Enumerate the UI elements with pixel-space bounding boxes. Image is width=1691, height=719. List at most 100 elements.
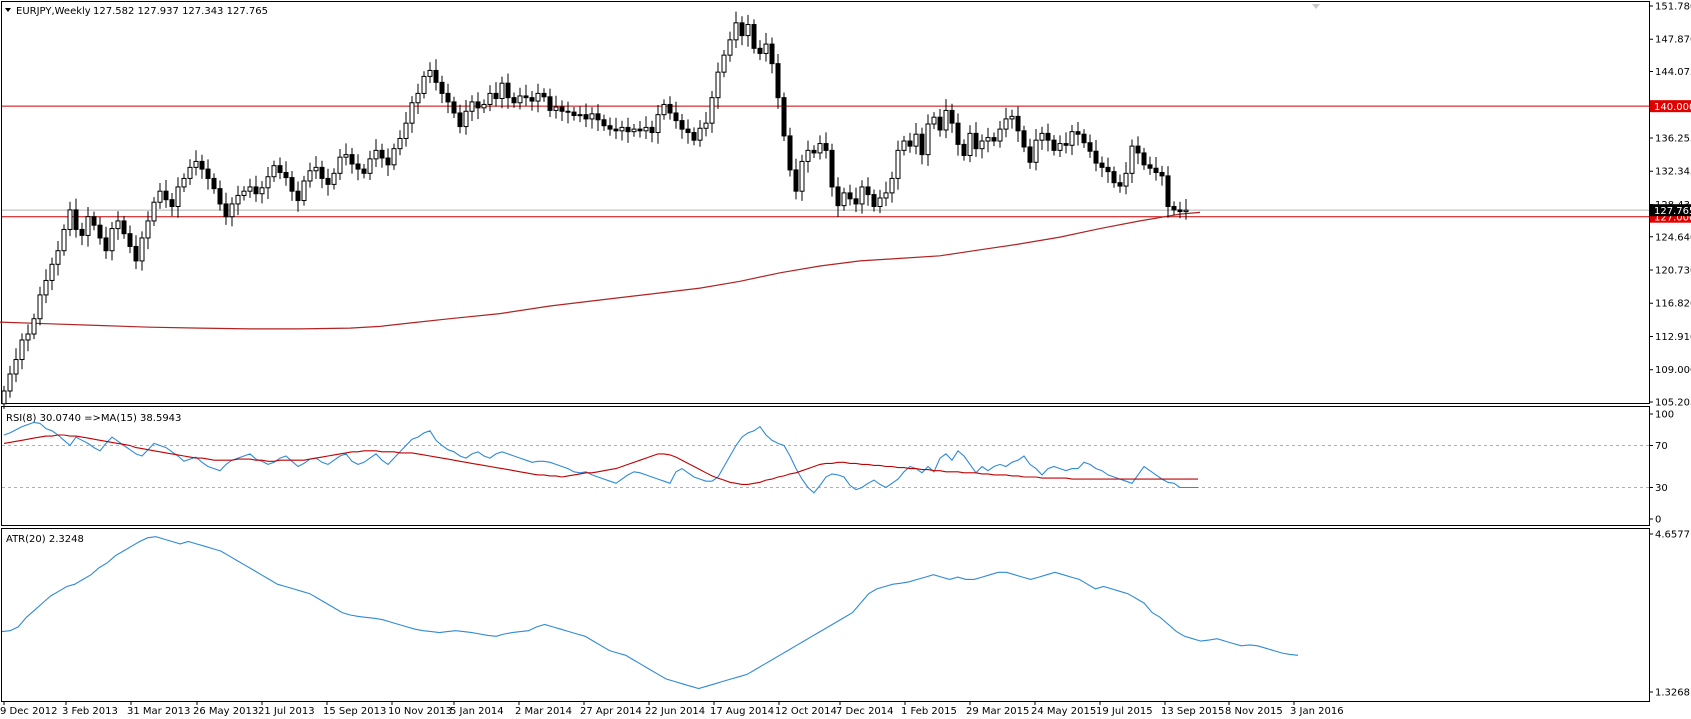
candle <box>595 104 601 131</box>
price-tick-label: 136.255 <box>1655 134 1691 145</box>
candle <box>619 120 625 141</box>
time-tick-label: 24 May 2015 <box>1031 706 1096 717</box>
time-tick-label: 15 Sep 2013 <box>323 706 386 717</box>
candle <box>577 106 583 123</box>
candle <box>865 177 871 206</box>
time-tick-label: 22 Jun 2014 <box>645 706 705 717</box>
time-tick-label: 19 Jul 2015 <box>1096 706 1153 717</box>
candle <box>439 75 445 104</box>
scroll-marker-icon[interactable] <box>1312 4 1320 9</box>
candle <box>307 162 313 188</box>
candle <box>967 125 973 163</box>
candle <box>277 157 283 180</box>
candle <box>889 171 895 203</box>
rsi-tick-label: 0 <box>1655 515 1661 526</box>
time-tick-label: 1 Feb 2015 <box>901 706 957 717</box>
candle <box>817 135 823 160</box>
candle <box>139 231 145 271</box>
candle <box>361 163 367 179</box>
candle <box>961 139 967 161</box>
candle <box>301 175 307 206</box>
candle <box>649 120 655 143</box>
candle <box>829 143 835 197</box>
candle <box>247 178 253 198</box>
candle <box>589 107 595 129</box>
candle <box>553 95 559 119</box>
candle <box>1 385 7 409</box>
candle <box>1015 106 1021 143</box>
candle <box>895 140 901 190</box>
candle <box>163 179 169 208</box>
candle <box>1027 138 1033 169</box>
candle <box>1069 125 1075 155</box>
candle <box>823 132 829 159</box>
candle <box>31 313 37 340</box>
time-tick-label: 2 Mar 2014 <box>515 706 572 717</box>
candle <box>715 62 721 109</box>
candle <box>1045 123 1051 152</box>
candle <box>847 184 853 206</box>
main-panel-frame <box>1 1 1650 404</box>
candle <box>433 59 439 91</box>
time-tick-label: 29 Mar 2015 <box>966 706 1029 717</box>
candle <box>853 187 859 213</box>
symbol-dropdown-icon[interactable] <box>5 8 11 12</box>
candle <box>73 198 79 238</box>
candle <box>463 100 469 135</box>
candle <box>331 168 337 190</box>
price-tick-label: 124.640 <box>1655 232 1691 243</box>
candle <box>1099 156 1105 178</box>
candle <box>745 14 751 47</box>
rsi-panel-frame <box>1 406 1650 526</box>
candle <box>313 156 319 179</box>
candle <box>781 92 787 142</box>
price-tick-label: 151.780 <box>1655 2 1691 13</box>
candle <box>1075 121 1081 146</box>
candle <box>319 160 325 189</box>
price-tick-label: 132.345 <box>1655 167 1691 178</box>
candle <box>235 185 241 216</box>
price-tick-label: 144.075 <box>1655 67 1691 78</box>
candle <box>1135 136 1141 165</box>
candle <box>1009 109 1015 129</box>
candle <box>1063 132 1069 154</box>
candle <box>805 140 811 173</box>
time-tick-label: 21 Jul 2013 <box>258 706 315 717</box>
time-tick-label: 8 Nov 2015 <box>1225 706 1283 717</box>
candle <box>427 62 433 84</box>
candle <box>859 180 865 214</box>
candle <box>223 192 229 225</box>
price-tick-label: 105.205 <box>1655 398 1691 409</box>
candle <box>1051 135 1057 156</box>
candle <box>871 189 877 212</box>
candle <box>907 132 913 153</box>
candle <box>397 130 403 156</box>
candle <box>127 225 133 254</box>
candle <box>1033 128 1039 171</box>
candle <box>37 286 43 326</box>
candle <box>535 83 541 113</box>
candle <box>877 189 883 214</box>
candle <box>1111 166 1117 188</box>
candle <box>121 215 127 239</box>
candle <box>763 32 769 62</box>
candle <box>115 211 121 240</box>
candle <box>937 109 943 137</box>
candle <box>739 16 745 46</box>
candle <box>421 71 427 99</box>
candle <box>199 154 205 179</box>
time-tick-label: 10 Nov 2013 <box>388 706 452 717</box>
candle <box>793 158 799 200</box>
candle <box>79 222 85 246</box>
time-tick-label: 12 Oct 2014 <box>775 706 837 717</box>
candle <box>43 269 49 304</box>
candle <box>901 135 907 156</box>
candle <box>355 154 361 181</box>
candle <box>571 107 577 121</box>
candle <box>505 73 511 109</box>
candle <box>1129 139 1135 184</box>
candle <box>19 333 25 370</box>
candle <box>385 148 391 177</box>
candle <box>691 127 697 146</box>
candle <box>775 53 781 109</box>
